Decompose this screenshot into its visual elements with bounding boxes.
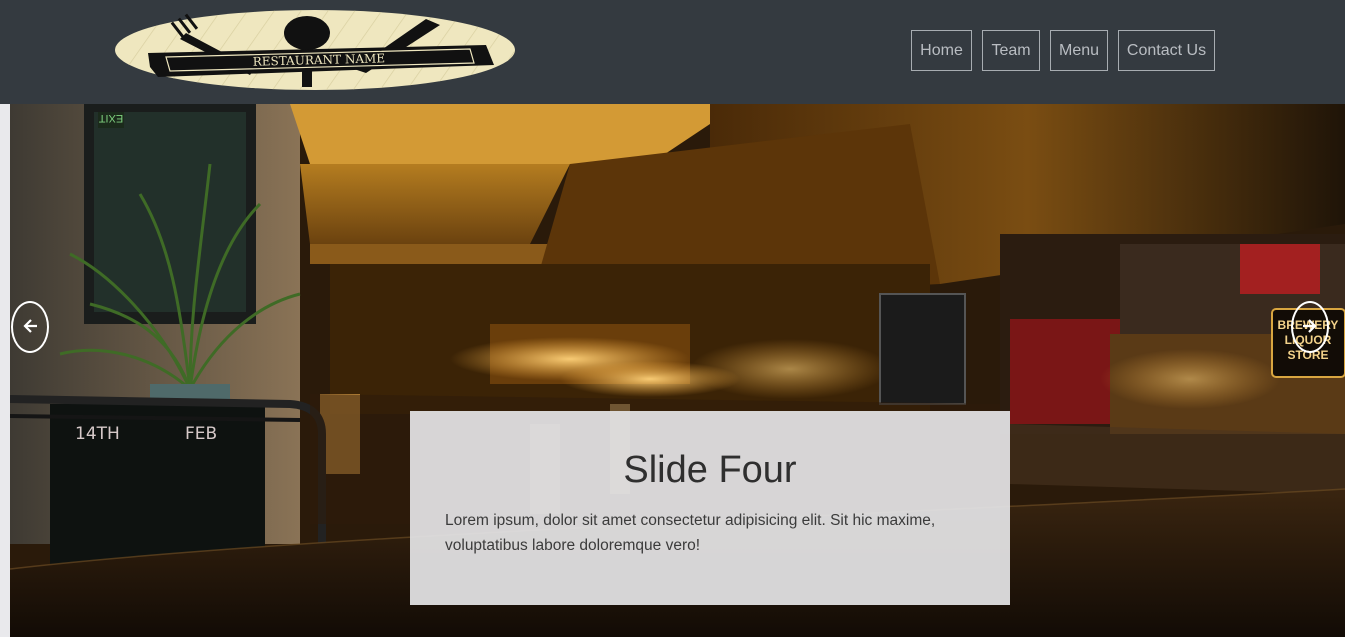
slide-title: Slide Four: [623, 449, 797, 491]
arrow-right-icon: [1303, 319, 1317, 333]
logo-image: RESTAURANT NAME: [115, 10, 515, 90]
nav-contact-us[interactable]: Contact Us: [1118, 30, 1215, 71]
slide-caption: Slide Four Lorem ipsum, dolor sit amet c…: [410, 411, 1010, 605]
exit-sign-text: EXIT: [98, 112, 123, 124]
nav-home[interactable]: Home: [911, 30, 972, 71]
navbar: RESTAURANT NAME Home Team Menu Contact U…: [0, 0, 1345, 104]
carousel-next-button[interactable]: [1291, 301, 1329, 353]
restaurant-logo[interactable]: RESTAURANT NAME: [114, 9, 516, 91]
nav-menu[interactable]: Menu: [1050, 30, 1108, 71]
arrow-left-icon: [23, 319, 37, 333]
chalkboard-text-date: 14TH: [75, 424, 120, 444]
hero-carousel: BREWERY LIQUOR STORE 14TH FEB EXIT Slide…: [10, 104, 1345, 637]
slide-description: Lorem ipsum, dolor sit amet consectetur …: [445, 512, 936, 554]
nav-team[interactable]: Team: [982, 30, 1040, 71]
chalkboard-text-month: FEB: [185, 424, 217, 444]
carousel-prev-button[interactable]: [11, 301, 49, 353]
